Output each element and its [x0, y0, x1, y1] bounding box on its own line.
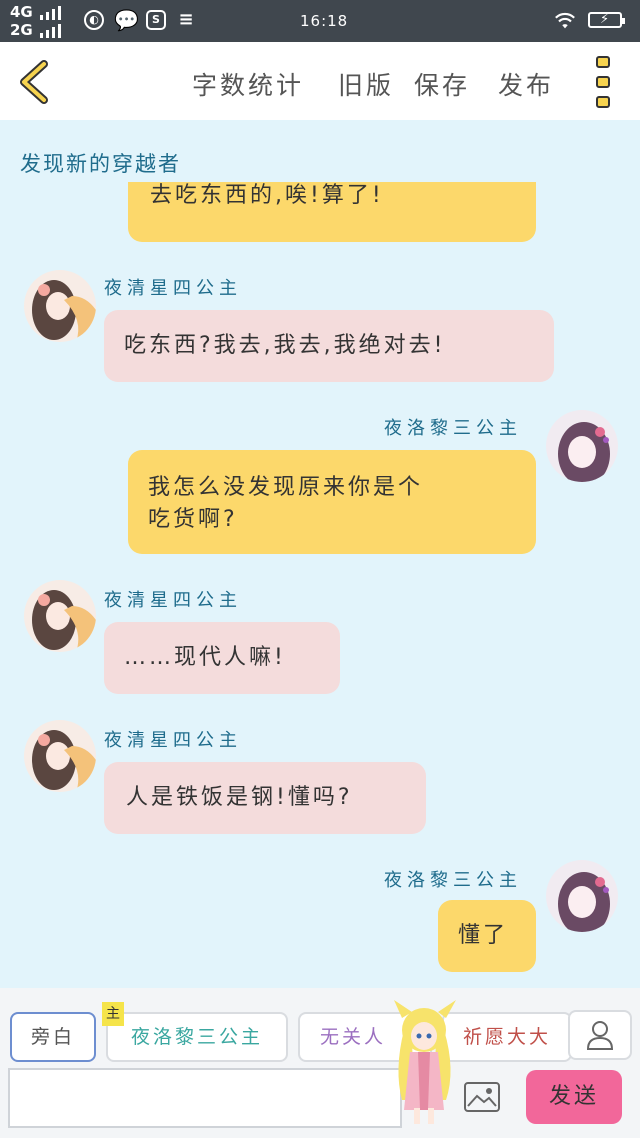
main-role-tag: 主: [102, 1002, 124, 1026]
wechat-icon: 💬: [114, 8, 139, 32]
avatar[interactable]: [24, 580, 96, 652]
save-button[interactable]: 保存: [414, 66, 470, 102]
back-arrow-icon[interactable]: [16, 60, 52, 104]
network-type-top: 4G: [10, 3, 33, 21]
message-text: 吃货啊?: [148, 507, 238, 532]
old-version-button[interactable]: 旧版: [338, 66, 394, 102]
sender-name: 夜洛黎三公主: [384, 418, 522, 439]
word-count-button[interactable]: 字数统计: [192, 66, 304, 102]
sender-name: 夜清星四公主: [104, 278, 242, 299]
publish-button[interactable]: 发布: [498, 66, 554, 102]
message-text: 懂了: [458, 923, 509, 948]
message-bubble-left[interactable]: 吃东西?我去,我去,我绝对去!: [104, 310, 554, 382]
user-icon[interactable]: [568, 1010, 632, 1060]
battery-icon: ⚡: [588, 12, 625, 28]
browser-icon: ◐: [84, 10, 104, 30]
chat-area[interactable]: 发现新的穿越者 去吃东西的,唉!算了! 夜清星四公主 吃东西?我去,我去,我绝对…: [0, 120, 640, 988]
message-bubble-right[interactable]: 懂了: [438, 900, 536, 972]
sender-name: 夜清星四公主: [104, 730, 242, 751]
clock: 16:18: [300, 12, 349, 30]
signal-icon: [40, 6, 66, 20]
avatar[interactable]: [24, 270, 96, 342]
avatar[interactable]: [546, 860, 618, 932]
network-type-bottom: 2G: [10, 21, 33, 39]
image-icon[interactable]: [464, 1082, 500, 1112]
message-text: 人是铁饭是钢!懂吗?: [126, 785, 353, 810]
message-text: 我怎么没发现原来你是个: [148, 475, 424, 500]
status-bar: 4G 2G ◐ 💬 S ≡ 16:18 ⚡: [0, 0, 640, 42]
app-s-icon: S: [146, 10, 166, 30]
message-text: 去吃东西的,唉!算了!: [150, 183, 384, 208]
avatar[interactable]: [546, 410, 618, 482]
editor-toolbar: 字数统计 旧版 保存 发布: [0, 42, 640, 120]
chat-title: 发现新的穿越者: [20, 152, 181, 176]
message-bubble-left[interactable]: 人是铁饭是钢!懂吗?: [104, 762, 426, 834]
signal-icon: [40, 24, 66, 38]
database-icon: ≡: [178, 9, 194, 30]
mascot-character-icon[interactable]: [384, 1000, 464, 1126]
send-button[interactable]: 发送: [526, 1070, 622, 1124]
role-button-main[interactable]: 夜洛黎三公主: [106, 1012, 288, 1062]
message-text: ……现代人嘛!: [124, 645, 286, 670]
message-bubble-left[interactable]: ……现代人嘛!: [104, 622, 340, 694]
message-input[interactable]: [8, 1068, 402, 1128]
input-panel: 旁白 夜洛黎三公主 主 无关人 祈愿大大 发送: [0, 988, 640, 1138]
sender-name: 夜清星四公主: [104, 590, 242, 611]
message-bubble-right[interactable]: 去吃东西的,唉!算了!: [128, 182, 536, 242]
message-text: 吃东西?我去,我去,我绝对去!: [124, 333, 446, 358]
avatar[interactable]: [24, 720, 96, 792]
wifi-icon: [555, 12, 575, 29]
more-menu-icon[interactable]: [594, 56, 614, 108]
narration-role-button[interactable]: 旁白: [10, 1012, 96, 1062]
sender-name: 夜洛黎三公主: [384, 870, 522, 891]
message-bubble-right[interactable]: 我怎么没发现原来你是个 吃货啊?: [128, 450, 536, 554]
